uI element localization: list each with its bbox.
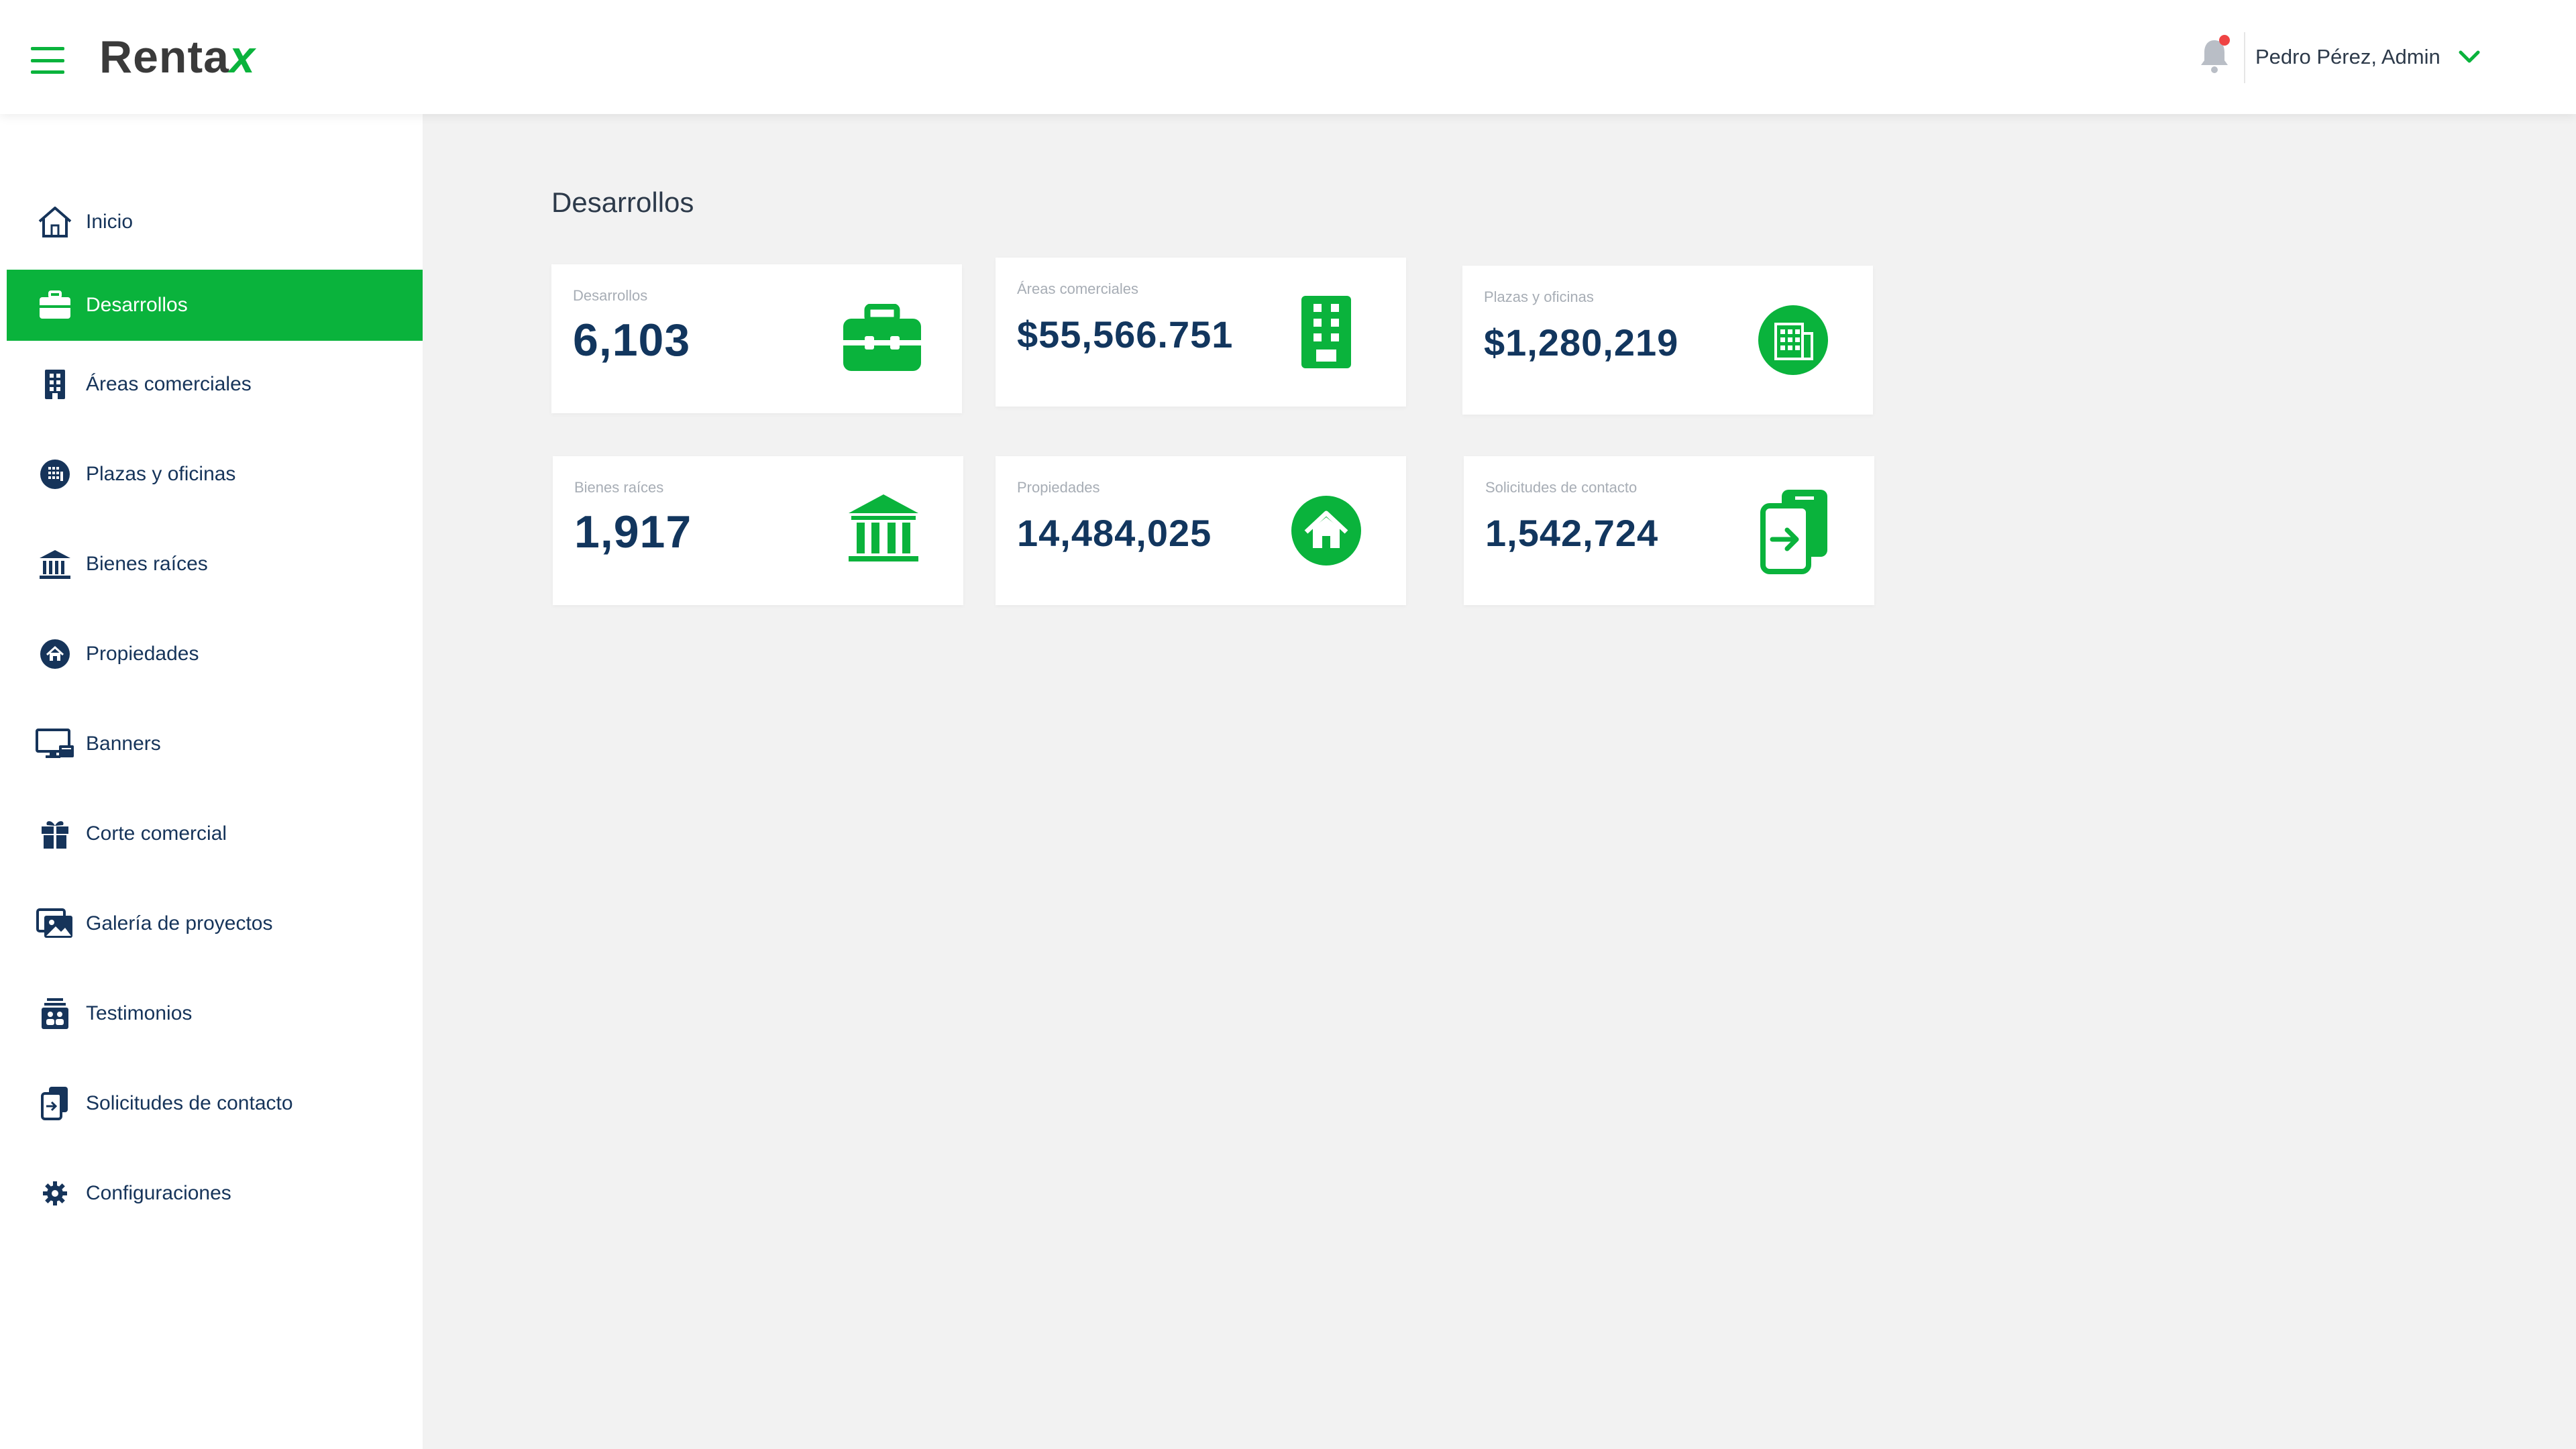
top-header: Renta x Pedro Pérez, Admin bbox=[0, 0, 2576, 114]
home-icon bbox=[35, 202, 75, 242]
gallery-icon bbox=[35, 904, 75, 944]
card-value: 1,917 bbox=[574, 506, 692, 557]
house-circle-icon bbox=[1283, 487, 1370, 574]
testimonial-icon bbox=[35, 994, 75, 1034]
sidebar-item-banners[interactable]: Banners bbox=[7, 708, 423, 780]
briefcase-icon bbox=[35, 285, 75, 325]
chevron-down-icon bbox=[2459, 50, 2480, 63]
bank-icon bbox=[840, 487, 927, 574]
stat-card-propiedades[interactable]: Propiedades 14,484,025 bbox=[996, 456, 1406, 605]
logo-accent: x bbox=[229, 32, 256, 83]
sidebar-item-label: Plazas y oficinas bbox=[86, 463, 236, 485]
card-value: $1,280,219 bbox=[1484, 321, 1679, 364]
sidebar-item-label: Testimonios bbox=[86, 1002, 193, 1024]
building-icon bbox=[1283, 288, 1370, 376]
stat-card-desarrollos[interactable]: Desarrollos 6,103 bbox=[551, 264, 962, 413]
card-value: $55,566.751 bbox=[1017, 313, 1234, 356]
notification-bell-icon[interactable] bbox=[2199, 35, 2230, 75]
office-icon bbox=[35, 454, 75, 494]
notification-dot bbox=[2219, 35, 2230, 46]
sidebar-item-propiedades[interactable]: Propiedades bbox=[7, 619, 423, 690]
gift-icon bbox=[35, 814, 75, 854]
sidebar-item-label: Banners bbox=[86, 733, 161, 755]
sidebar-item-label: Bienes raíces bbox=[86, 553, 208, 575]
sidebar-item-bienes-raices[interactable]: Bienes raíces bbox=[7, 529, 423, 600]
logo[interactable]: Renta x bbox=[99, 31, 256, 83]
card-value: 1,542,724 bbox=[1485, 512, 1659, 554]
contact-request-icon bbox=[35, 1083, 75, 1124]
user-name: Pedro Pérez, Admin bbox=[2255, 45, 2440, 68]
stat-card-solicitudes-contacto[interactable]: Solicitudes de contacto 1,542,724 bbox=[1464, 456, 1874, 605]
card-value: 14,484,025 bbox=[1017, 512, 1212, 554]
sidebar-item-inicio[interactable]: Inicio bbox=[7, 186, 423, 258]
card-label: Áreas comerciales bbox=[1017, 280, 1138, 297]
card-label: Propiedades bbox=[1017, 479, 1100, 496]
contact-request-icon bbox=[1751, 487, 1838, 574]
sidebar-item-solicitudes-contacto[interactable]: Solicitudes de contacto bbox=[7, 1068, 423, 1139]
menu-icon[interactable] bbox=[31, 47, 64, 74]
page-title: Desarrollos bbox=[551, 186, 694, 218]
sidebar-item-label: Configuraciones bbox=[86, 1182, 231, 1204]
sidebar-item-desarrollos[interactable]: Desarrollos bbox=[7, 270, 423, 341]
card-label: Desarrollos bbox=[573, 287, 648, 304]
sidebar-item-areas-comerciales[interactable]: Áreas comerciales bbox=[7, 349, 423, 420]
user-menu[interactable]: Pedro Pérez, Admin bbox=[2255, 40, 2481, 74]
sidebar-item-label: Propiedades bbox=[86, 643, 199, 665]
sidebar: Inicio Desarrollos Áreas comerciales Pla… bbox=[0, 114, 423, 1449]
office-icon bbox=[1750, 297, 1837, 384]
stat-card-plazas-oficinas[interactable]: Plazas y oficinas $1,280,219 bbox=[1462, 266, 1873, 415]
card-label: Bienes raíces bbox=[574, 479, 664, 496]
sidebar-item-label: Áreas comerciales bbox=[86, 373, 252, 395]
sidebar-item-galeria-proyectos[interactable]: Galería de proyectos bbox=[7, 888, 423, 959]
sidebar-item-configuraciones[interactable]: Configuraciones bbox=[7, 1158, 423, 1229]
logo-text: Renta bbox=[99, 32, 229, 83]
card-label: Solicitudes de contacto bbox=[1485, 479, 1638, 496]
sidebar-item-label: Solicitudes de contacto bbox=[86, 1092, 293, 1114]
sidebar-item-label: Corte comercial bbox=[86, 822, 227, 845]
stat-card-areas-comerciales[interactable]: Áreas comerciales $55,566.751 bbox=[996, 258, 1406, 407]
stat-card-bienes-raices[interactable]: Bienes raíces 1,917 bbox=[553, 456, 963, 605]
sidebar-item-label: Inicio bbox=[86, 211, 133, 233]
sidebar-item-testimonios[interactable]: Testimonios bbox=[7, 978, 423, 1049]
bank-icon bbox=[35, 544, 75, 584]
monitor-icon bbox=[35, 724, 75, 764]
card-label: Plazas y oficinas bbox=[1484, 288, 1594, 305]
sidebar-item-label: Desarrollos bbox=[86, 294, 188, 316]
card-value: 6,103 bbox=[573, 315, 691, 366]
gear-icon bbox=[35, 1173, 75, 1214]
sidebar-item-corte-comercial[interactable]: Corte comercial bbox=[7, 798, 423, 869]
sidebar-item-label: Galería de proyectos bbox=[86, 912, 273, 934]
house-circle-icon bbox=[35, 634, 75, 674]
sidebar-item-plazas-oficinas[interactable]: Plazas y oficinas bbox=[7, 439, 423, 510]
building-icon bbox=[35, 364, 75, 405]
briefcase-icon bbox=[839, 295, 926, 382]
header-divider bbox=[2244, 32, 2245, 83]
